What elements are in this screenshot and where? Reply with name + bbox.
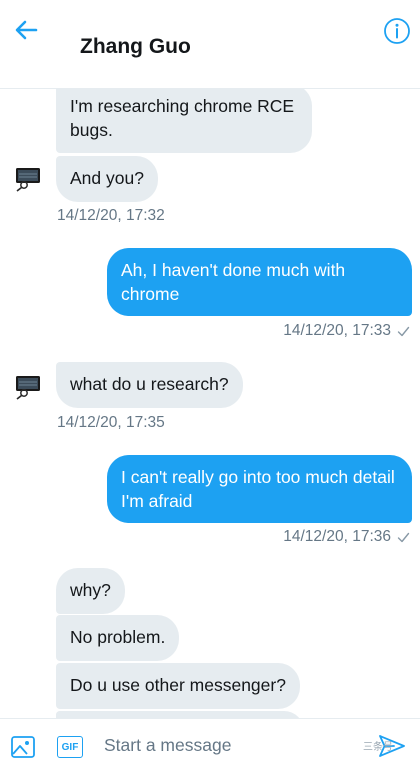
conversation-title[interactable]: Zhang Guo [80,35,191,59]
arrow-left-icon[interactable] [10,14,42,46]
message-timestamp-row: 14/12/20, 17:33 [283,322,410,340]
sender-avatar[interactable] [14,374,42,400]
message-timestamp: 14/12/20, 17:33 [283,322,391,339]
dm-conversation-screen: Zhang Guo I'm researching chrome RCE bug… [0,0,420,762]
conversation-header: Zhang Guo [0,0,420,89]
gif-button[interactable]: GIF [57,736,83,758]
sender-avatar[interactable] [14,166,42,192]
message-bubble-incoming[interactable]: what do u research? [56,362,243,408]
message-bubble-incoming[interactable]: Do u use other messenger? [56,663,300,709]
image-icon[interactable] [10,735,36,759]
checkmark-icon [397,326,410,336]
message-bubble-outgoing[interactable]: Ah, I haven't done much with chrome [107,248,412,316]
message-bubble-incoming[interactable]: No problem. [56,615,180,661]
message-bubble-incoming[interactable]: And you? [56,156,158,202]
info-icon[interactable] [383,17,411,45]
message-timestamp: 14/12/20, 17:32 [57,207,165,224]
message-bubble-incoming[interactable]: why? [56,568,125,614]
message-timestamp: 14/12/20, 17:35 [57,414,165,431]
message-bubble-incoming[interactable]: I'm researching chrome RCE bugs. [56,88,312,153]
message-input[interactable] [104,731,344,759]
message-list[interactable]: I'm researching chrome RCE bugs. And you… [0,88,420,718]
message-composer: GIF [0,718,420,762]
message-timestamp-row: 14/12/20, 17:36 [283,528,410,546]
message-bubble-incoming-partial[interactable] [56,711,304,718]
checkmark-icon [397,532,410,542]
watermark-text: 三条号 [363,742,393,753]
message-timestamp: 14/12/20, 17:36 [283,528,391,545]
message-bubble-outgoing[interactable]: I can't really go into too much detail I… [107,455,412,523]
